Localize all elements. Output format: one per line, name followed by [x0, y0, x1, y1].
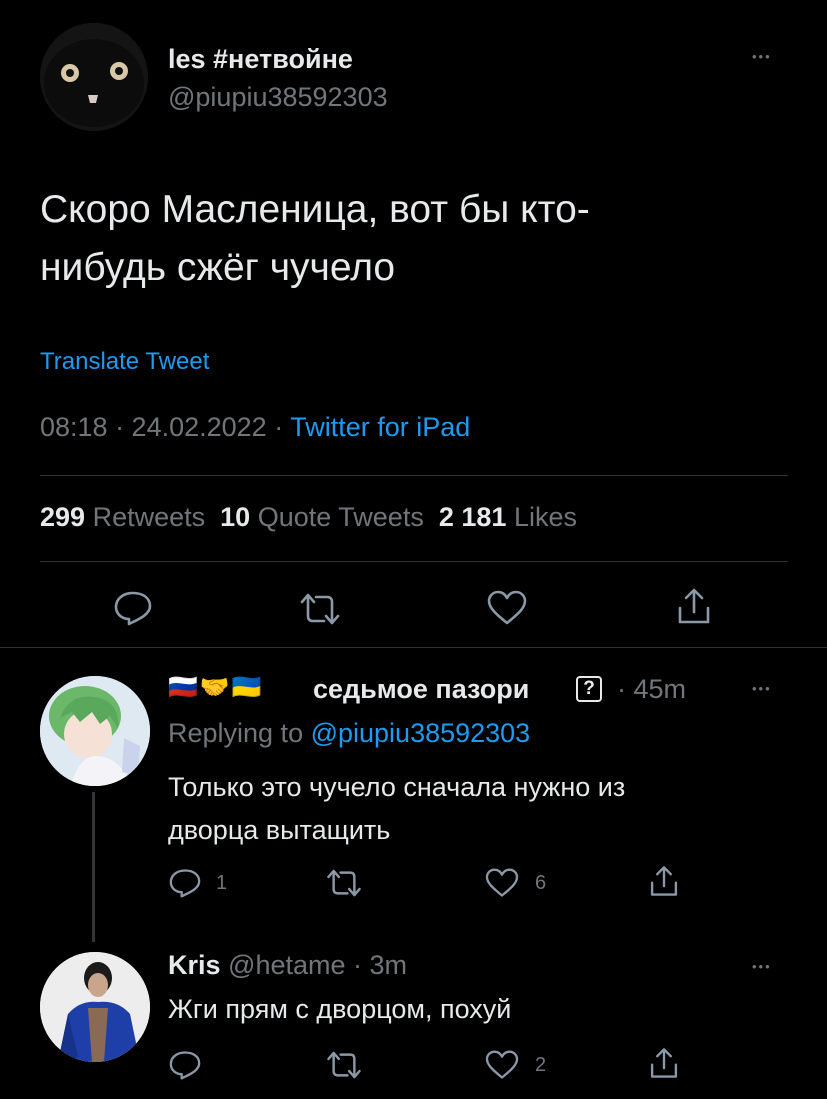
tweet-source-link[interactable]: Twitter for iPad: [290, 412, 470, 442]
reply-1-text-line-2: дворца вытащить: [168, 815, 391, 845]
anime-avatar: [40, 676, 150, 786]
likes-stat[interactable]: 2 181 Likes: [439, 502, 577, 532]
retweet-icon: [327, 1051, 361, 1079]
reply-2-like-button[interactable]: [484, 1050, 520, 1080]
reply-1-retweet-button[interactable]: [325, 868, 363, 898]
like-icon: [485, 1050, 519, 1079]
kris-avatar: [40, 952, 150, 1062]
reply-2-display-name[interactable]: Kris: [168, 950, 221, 980]
reply-1-reply-button[interactable]: [168, 868, 202, 898]
reply-2-text-line-1: Жги прям с дворцом, похуй: [168, 994, 512, 1024]
reply-2-more-button[interactable]: •••: [752, 960, 772, 973]
replying-to-prefix: Replying to: [168, 718, 311, 748]
replying-to-handle[interactable]: @piupiu38592303: [311, 718, 531, 748]
retweet-icon: [300, 593, 340, 625]
reply-1-avatar[interactable]: [40, 676, 150, 786]
retweets-label: Retweets: [92, 502, 206, 532]
reply-1-more-button[interactable]: •••: [752, 682, 772, 695]
retweet-icon: [327, 869, 361, 897]
quotes-count: 10: [220, 502, 251, 532]
author-display-name[interactable]: les #нетвойне: [168, 44, 353, 75]
retweet-button[interactable]: [298, 592, 342, 626]
author-avatar[interactable]: [40, 23, 148, 131]
share-icon: [650, 1048, 678, 1078]
tweet-stats: 299 Retweets 10 Quote Tweets 2 181 Likes: [40, 502, 577, 533]
retweets-stat[interactable]: 299 Retweets: [40, 502, 205, 532]
reply-2-retweet-button[interactable]: [325, 1050, 363, 1080]
tweet-text-line-2: нибудь сжёг чучело: [40, 246, 396, 289]
reply-1-time[interactable]: · 45m: [617, 674, 686, 705]
divider-bottom: [40, 561, 788, 562]
reply-2-header: Kris @hetame · 3m: [168, 950, 407, 981]
reply-1-like-button[interactable]: [484, 868, 520, 898]
reply-2-handle[interactable]: @hetame: [228, 950, 345, 980]
reply-2-share-button[interactable]: [648, 1046, 680, 1080]
quotes-label: Quote Tweets: [257, 502, 424, 532]
thread-line: [92, 792, 95, 942]
author-handle[interactable]: @piupiu38592303: [168, 82, 388, 113]
share-icon: [650, 866, 678, 896]
share-icon: [678, 588, 710, 624]
more-options-button[interactable]: •••: [752, 50, 772, 63]
reply-2-like-count: 2: [535, 1054, 547, 1076]
reply-2-reply-button[interactable]: [168, 1050, 202, 1080]
reply-button[interactable]: [113, 590, 153, 626]
retweets-count: 299: [40, 502, 86, 532]
tweet-meta: 08:18 · 24.02.2022 · Twitter for iPad: [40, 412, 470, 443]
tweet-timestamp[interactable]: 08:18 · 24.02.2022 ·: [40, 412, 290, 442]
reply-1-replying-to: Replying to @piupiu38592303: [168, 718, 530, 749]
like-button[interactable]: [486, 590, 528, 626]
reply-1-text-line-1: Только это чучело сначала нужно из: [168, 772, 626, 802]
reply-1-flags: 🇷🇺🤝🇺🇦: [168, 674, 264, 701]
reply-icon: [169, 1051, 201, 1080]
tweet-text-line-1: Скоро Масленица, вот бы кто-: [40, 188, 590, 231]
like-icon: [487, 590, 527, 625]
translate-tweet-link[interactable]: Translate Tweet: [40, 348, 209, 376]
reply-1-reply-count: 1: [216, 872, 228, 894]
like-icon: [485, 868, 519, 897]
reply-1-badge: ?: [576, 676, 602, 702]
divider-top: [40, 475, 788, 476]
reply-2-time[interactable]: · 3m: [353, 950, 407, 980]
section-divider: [0, 647, 827, 648]
reply-1-share-button[interactable]: [648, 864, 680, 898]
reply-icon: [114, 591, 152, 626]
likes-label: Likes: [513, 502, 577, 532]
reply-icon: [169, 869, 201, 898]
cat-avatar-image: [40, 23, 148, 131]
reply-1-like-count: 6: [535, 872, 547, 894]
reply-1-display-name[interactable]: седьмое пазори: [313, 674, 529, 705]
quote-tweets-stat[interactable]: 10 Quote Tweets: [220, 502, 424, 532]
share-button[interactable]: [676, 586, 712, 626]
likes-count: 2 181: [438, 502, 507, 532]
reply-2-avatar[interactable]: [40, 952, 150, 1062]
